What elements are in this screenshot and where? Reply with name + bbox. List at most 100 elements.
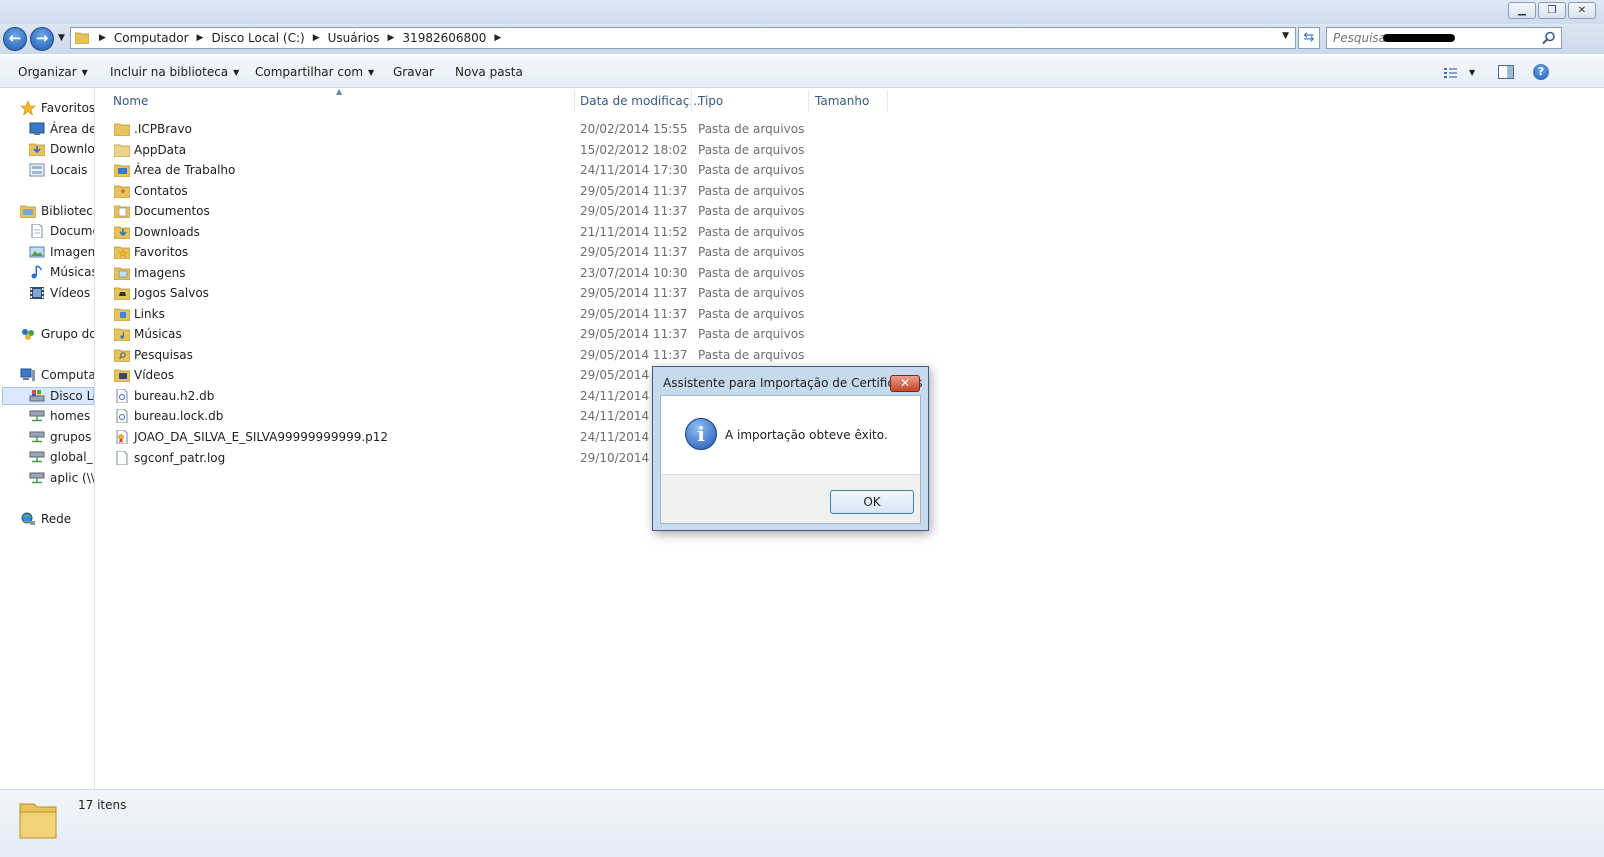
file-name: sgconf_patr.log bbox=[134, 451, 226, 465]
breadcrumb-user-folder[interactable]: 31982606800 bbox=[402, 31, 486, 45]
breadcrumb-users[interactable]: Usuários bbox=[328, 31, 380, 45]
nav-network-drive-groups[interactable]: grupos ( bbox=[29, 428, 94, 446]
column-divider[interactable] bbox=[574, 90, 575, 112]
pictures-folder-icon bbox=[114, 267, 130, 280]
address-history-dropdown[interactable]: ▼ bbox=[1282, 31, 1289, 41]
breadcrumb-separator-icon[interactable]: ▶ bbox=[388, 33, 395, 43]
breadcrumb-separator-icon[interactable]: ▶ bbox=[99, 33, 106, 43]
text-file-icon bbox=[116, 451, 128, 465]
desktop-icon bbox=[29, 122, 45, 135]
nav-computer[interactable]: Computac bbox=[20, 366, 94, 384]
nav-local-disk[interactable]: Disco Lo bbox=[29, 387, 94, 405]
video-film-icon bbox=[30, 287, 44, 299]
breadcrumb-separator-icon[interactable]: ▶ bbox=[313, 33, 320, 43]
new-folder-button[interactable]: Nova pasta bbox=[455, 65, 523, 79]
chevron-down-icon: ▼ bbox=[368, 68, 375, 77]
column-header-size[interactable]: Tamanho bbox=[815, 88, 869, 114]
nav-homegroup[interactable]: Grupo dor bbox=[20, 325, 94, 343]
sort-ascending-icon: ▲ bbox=[336, 87, 343, 96]
file-type: Pasta de arquivos bbox=[698, 143, 805, 157]
file-date: 23/07/2014 10:30 bbox=[580, 266, 688, 280]
file-row[interactable]: Músicas 29/05/2014 11:37 Pasta de arquiv… bbox=[110, 324, 810, 344]
file-name: Vídeos bbox=[134, 368, 175, 382]
file-type: Pasta de arquivos bbox=[698, 327, 805, 341]
nav-network-drive-homes[interactable]: homes (\ bbox=[29, 407, 94, 425]
file-type: Pasta de arquivos bbox=[698, 225, 805, 239]
nav-downloads[interactable]: Downloa bbox=[29, 140, 94, 158]
chevron-down-icon: ▼ bbox=[81, 68, 88, 77]
nav-pictures[interactable]: Imagens bbox=[29, 243, 94, 261]
file-row[interactable]: Links 29/05/2014 11:37 Pasta de arquivos bbox=[110, 304, 810, 324]
file-name: Área de Trabalho bbox=[134, 163, 236, 177]
forward-button[interactable]: → bbox=[30, 27, 54, 51]
search-box[interactable] bbox=[1326, 27, 1562, 49]
column-divider[interactable] bbox=[808, 90, 809, 112]
nav-videos[interactable]: Vídeos bbox=[29, 284, 90, 302]
nav-network-drive-aplic[interactable]: aplic (\\1 bbox=[29, 469, 94, 487]
file-row[interactable]: AppData 15/02/2012 18:02 Pasta de arquiv… bbox=[110, 140, 810, 160]
close-icon: ✕ bbox=[899, 376, 911, 390]
view-options-icon[interactable] bbox=[1444, 67, 1460, 79]
links-folder-icon bbox=[114, 308, 130, 321]
include-library-menu[interactable]: Incluir na biblioteca ▼ bbox=[110, 65, 239, 79]
file-name: Imagens bbox=[134, 266, 186, 280]
downloads-folder-icon bbox=[29, 143, 45, 156]
file-date: 29/05/2014 11:37 bbox=[580, 245, 688, 259]
file-row[interactable]: Contatos 29/05/2014 11:37 Pasta de arqui… bbox=[110, 181, 810, 201]
chevron-down-icon: ▼ bbox=[58, 33, 65, 43]
nav-libraries[interactable]: Bibliotecas bbox=[20, 202, 94, 220]
nav-network-drive-global[interactable]: global_ ( bbox=[29, 448, 94, 466]
network-drive-icon bbox=[29, 410, 45, 422]
search-icon[interactable] bbox=[1542, 31, 1556, 45]
recent-pages-dropdown[interactable]: ▼ bbox=[58, 33, 65, 43]
address-bar[interactable]: ▶ Computador ▶ Disco Local (C:) ▶ Usuári… bbox=[70, 27, 1296, 49]
column-header-type[interactable]: Tipo bbox=[698, 88, 723, 114]
ok-button[interactable]: OK bbox=[830, 490, 914, 514]
file-date: 29/05/2014 11:37 bbox=[580, 327, 688, 341]
file-row[interactable]: .ICPBravo 20/02/2014 15:55 Pasta de arqu… bbox=[110, 119, 810, 139]
file-row[interactable]: Jogos Salvos 29/05/2014 11:37 Pasta de a… bbox=[110, 283, 810, 303]
column-header-date[interactable]: Data de modificaç... bbox=[580, 88, 701, 114]
share-with-menu[interactable]: Compartilhar com ▼ bbox=[255, 65, 374, 79]
nav-favorites[interactable]: Favoritos bbox=[20, 99, 94, 117]
searches-folder-icon bbox=[114, 349, 130, 362]
column-divider[interactable] bbox=[887, 90, 888, 112]
window-titlebar: ▁ ❐ ✕ bbox=[0, 0, 1604, 24]
dialog-close-button[interactable]: ✕ bbox=[890, 375, 920, 392]
nav-documents[interactable]: Docume bbox=[29, 222, 94, 240]
back-button[interactable]: ← bbox=[3, 27, 27, 51]
preview-pane-icon[interactable] bbox=[1498, 65, 1514, 79]
favorites-folder-icon bbox=[114, 246, 130, 259]
file-row[interactable]: Downloads 21/11/2014 11:52 Pasta de arqu… bbox=[110, 222, 810, 242]
address-row: ← → ▼ ▶ Computador ▶ Disco Local (C:) ▶ … bbox=[0, 24, 1604, 54]
file-row[interactable]: Favoritos 29/05/2014 11:37 Pasta de arqu… bbox=[110, 242, 810, 262]
nav-network[interactable]: Rede bbox=[20, 510, 71, 528]
folder-large-icon bbox=[19, 803, 57, 839]
item-count: 17 itens bbox=[78, 798, 127, 812]
information-icon: i bbox=[685, 418, 717, 450]
close-window-button[interactable]: ✕ bbox=[1568, 2, 1596, 19]
breadcrumb-computer[interactable]: Computador bbox=[114, 31, 189, 45]
breadcrumb-local-disk[interactable]: Disco Local (C:) bbox=[211, 31, 304, 45]
file-name: Músicas bbox=[134, 327, 182, 341]
minimize-button[interactable]: ▁ bbox=[1508, 2, 1536, 19]
restore-button[interactable]: ❐ bbox=[1538, 2, 1566, 19]
nav-desktop[interactable]: Área de T bbox=[29, 120, 94, 138]
organize-menu[interactable]: Organizar ▼ bbox=[18, 65, 88, 79]
breadcrumb-separator-icon[interactable]: ▶ bbox=[494, 33, 501, 43]
file-row[interactable]: Área de Trabalho 24/11/2014 17:30 Pasta … bbox=[110, 160, 810, 180]
view-options-dropdown[interactable]: ▼ bbox=[1469, 68, 1475, 77]
burn-button[interactable]: Gravar bbox=[393, 65, 434, 79]
nav-music[interactable]: Músicas bbox=[29, 263, 94, 281]
help-icon[interactable]: ? bbox=[1533, 64, 1549, 80]
file-date: 20/02/2014 15:55 bbox=[580, 122, 688, 136]
refresh-button[interactable]: ⇆ bbox=[1298, 27, 1320, 49]
file-row[interactable]: Imagens 23/07/2014 10:30 Pasta de arquiv… bbox=[110, 263, 810, 283]
breadcrumb-separator-icon[interactable]: ▶ bbox=[197, 33, 204, 43]
column-divider[interactable] bbox=[691, 90, 692, 112]
nav-places[interactable]: Locais bbox=[29, 161, 87, 179]
downloads-folder-icon bbox=[114, 226, 130, 239]
column-header-name[interactable]: Nome bbox=[113, 88, 148, 114]
file-row[interactable]: Documentos 29/05/2014 11:37 Pasta de arq… bbox=[110, 201, 810, 221]
file-row[interactable]: Pesquisas 29/05/2014 11:37 Pasta de arqu… bbox=[110, 345, 810, 365]
